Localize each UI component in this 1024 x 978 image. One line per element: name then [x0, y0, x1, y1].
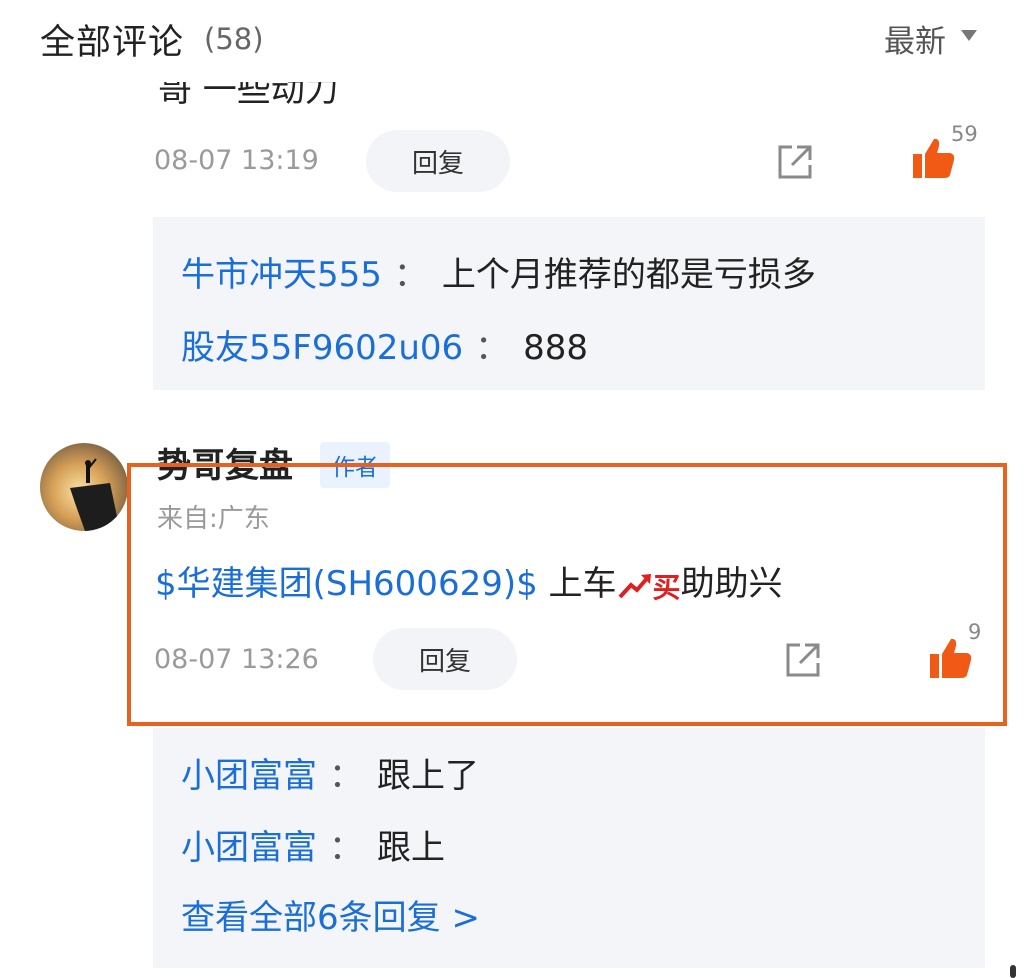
- reply-item[interactable]: 股友55F9602u06 ： 888: [181, 320, 588, 369]
- comment-text: 上车: [537, 564, 617, 604]
- reply-list: 牛市冲天555 ： 上个月推荐的都是亏损多 股友55F9602u06 ： 888: [153, 217, 985, 390]
- reply-colon: ：: [329, 828, 363, 868]
- author-badge: 作者: [320, 442, 390, 488]
- share-icon[interactable]: [775, 142, 815, 182]
- buy-emoji: 买: [652, 570, 681, 604]
- comment-body: $华建集团(SH600629)$ 上车 买助助兴: [155, 556, 783, 606]
- reply-username[interactable]: 小团富富: [181, 828, 317, 868]
- comments-title: 全部评论: [40, 23, 185, 63]
- view-all-replies-link[interactable]: 查看全部6条回复 >: [181, 890, 480, 939]
- reply-colon: ：: [393, 255, 428, 295]
- reply-button[interactable]: 回复: [366, 130, 510, 192]
- comments-page: 全部评论 (58) 最新 哥 一些动力 08-07 13:19 回复 59 牛市…: [0, 0, 1024, 978]
- reply-text: 跟上: [377, 828, 445, 868]
- location-text: 来自:广东: [157, 504, 270, 534]
- reply-username[interactable]: 股友55F9602u06: [181, 328, 463, 368]
- share-icon[interactable]: [783, 640, 823, 680]
- reply-item[interactable]: 小团富富 ： 跟上: [181, 820, 445, 869]
- reply-text: 跟上了: [377, 756, 479, 796]
- reply-username[interactable]: 牛市冲天555: [181, 255, 382, 295]
- chevron-down-icon[interactable]: [961, 30, 977, 41]
- previous-comment-time: 08-07 13:19: [154, 145, 319, 176]
- reply-list: 小团富富 ： 跟上了 小团富富 ： 跟上 查看全部6条回复 >: [153, 728, 985, 968]
- like-count: 59: [951, 122, 978, 146]
- reply-colon: ：: [475, 328, 510, 368]
- sort-dropdown[interactable]: 最新: [884, 16, 946, 61]
- reply-text: 888: [523, 328, 589, 368]
- thumbs-up-icon[interactable]: [912, 136, 956, 180]
- avatar[interactable]: [40, 443, 128, 531]
- avatar-image: [40, 443, 128, 531]
- reply-text: 上个月推荐的都是亏损多: [441, 255, 816, 295]
- stock-link[interactable]: $华建集团(SH600629)$: [155, 564, 538, 604]
- author-name[interactable]: 势哥复盘: [157, 438, 293, 487]
- reply-item[interactable]: 牛市冲天555 ： 上个月推荐的都是亏损多: [181, 247, 816, 296]
- comment-text-after: 助助兴: [680, 564, 783, 604]
- reply-button[interactable]: 回复: [373, 628, 517, 690]
- reply-colon: ：: [329, 756, 363, 796]
- reply-item[interactable]: 小团富富 ： 跟上了: [181, 748, 479, 797]
- reply-username[interactable]: 小团富富: [181, 756, 317, 796]
- trend-up-emoji: [618, 573, 651, 598]
- comments-header: 全部评论 (58) 最新: [0, 0, 1024, 80]
- like-count: 9: [968, 620, 982, 644]
- comment-time: 08-07 13:26: [154, 644, 319, 675]
- scrollbar[interactable]: [1010, 965, 1016, 978]
- comments-count: (58): [204, 22, 264, 56]
- thumbs-up-icon[interactable]: [929, 636, 973, 680]
